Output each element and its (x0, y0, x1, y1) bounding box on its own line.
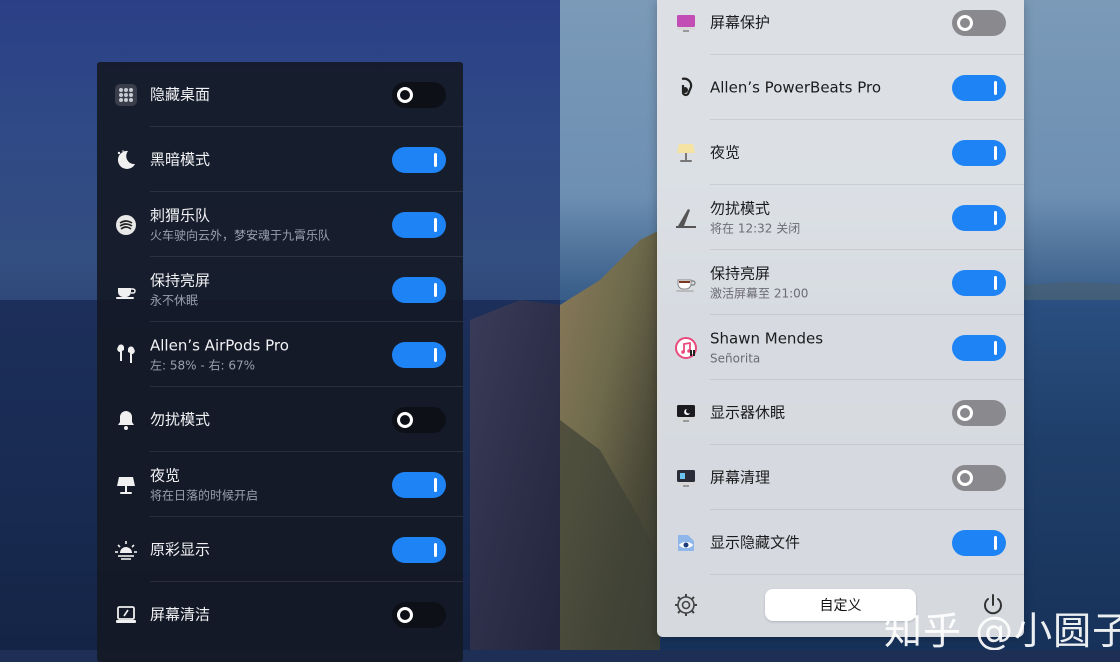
item-title: 刺猬乐队 (150, 206, 211, 224)
screen-clean-icon (673, 465, 699, 491)
item-subtitle: 激活屏幕至 21:00 (710, 286, 809, 300)
toggle-switch[interactable] (952, 74, 1006, 101)
screen-clean-icon (113, 602, 139, 628)
toggle-switch[interactable] (392, 406, 446, 433)
lamp-icon (113, 472, 139, 498)
toggle-switch[interactable] (952, 399, 1006, 426)
row-hide-desktop[interactable]: 隐藏桌面 (97, 62, 463, 127)
row-now-playing[interactable]: Shawn Mendes Señorita (657, 315, 1024, 380)
item-title: Allen’s PowerBeats Pro (710, 78, 882, 96)
toggle-switch[interactable] (952, 334, 1006, 361)
row-powerbeats[interactable]: Allen’s PowerBeats Pro (657, 55, 1024, 120)
toggle-switch[interactable] (392, 536, 446, 563)
music-icon (113, 212, 139, 238)
row-screensaver[interactable]: 屏幕保护 (657, 0, 1024, 55)
toggle-switch[interactable] (952, 464, 1006, 491)
moon-icon (113, 147, 139, 173)
row-now-playing[interactable]: 刺猬乐队 火车驶向云外，梦安魂于九霄乐队 (97, 192, 463, 257)
eye-file-icon (673, 530, 699, 556)
lamp-icon (673, 140, 699, 166)
toggle-switch[interactable] (392, 471, 446, 498)
row-night-shift[interactable]: 夜览 (657, 120, 1024, 185)
item-title: 屏幕清洁 (150, 605, 211, 623)
coffee-icon (673, 270, 699, 296)
sun-icon (113, 537, 139, 563)
item-subtitle: 火车驶向云外，梦安魂于九霄乐队 (150, 228, 331, 242)
row-dark-mode[interactable]: 黑暗模式 (97, 127, 463, 192)
item-title: 勿扰模式 (150, 410, 211, 428)
gear-icon[interactable] (673, 592, 699, 618)
item-title: Shawn Mendes (710, 329, 824, 347)
row-keep-awake[interactable]: 保持亮屏 激活屏幕至 21:00 (657, 250, 1024, 315)
toggle-switch[interactable] (392, 601, 446, 628)
row-night-shift[interactable]: 夜览 将在日落的时候开启 (97, 452, 463, 517)
item-subtitle: 永不休眠 (150, 293, 199, 307)
toggle-switch[interactable] (392, 146, 446, 173)
toggle-switch[interactable] (392, 81, 446, 108)
dnd-icon (673, 205, 699, 231)
row-screen-clean[interactable]: 屏幕清洁 (97, 582, 463, 647)
coffee-icon (113, 277, 139, 303)
grid-icon (113, 82, 139, 108)
bell-icon (113, 407, 139, 433)
item-subtitle: Señorita (710, 351, 761, 365)
item-title: 显示器休眠 (710, 403, 786, 421)
row-airpods[interactable]: Allen’s AirPods Pro 左: 58% - 右: 67% (97, 322, 463, 387)
row-do-not-disturb[interactable]: 勿扰模式 (97, 387, 463, 452)
item-title: 勿扰模式 (710, 199, 771, 217)
airpods-icon (113, 342, 139, 368)
item-subtitle: 将在 12:32 关闭 (710, 221, 801, 235)
row-show-hidden-files[interactable]: 显示隐藏文件 (657, 510, 1024, 575)
row-do-not-disturb[interactable]: 勿扰模式 将在 12:32 关闭 (657, 185, 1024, 250)
toggle-switch[interactable] (392, 276, 446, 303)
toggle-switch[interactable] (392, 341, 446, 368)
item-title: 保持亮屏 (150, 271, 211, 289)
toggle-switch[interactable] (392, 211, 446, 238)
item-title: 保持亮屏 (710, 264, 771, 282)
item-title: 屏幕清理 (710, 468, 771, 486)
item-title: 显示隐藏文件 (710, 533, 801, 551)
item-title: Allen’s AirPods Pro (150, 336, 289, 354)
left-menu-panel: 隐藏桌面 黑暗模式 刺猬乐队 火车驶向云外，梦安魂于九霄乐队 保持亮屏 永不休眠 (97, 62, 463, 662)
row-screen-clean[interactable]: 屏幕清理 (657, 445, 1024, 510)
row-keep-awake[interactable]: 保持亮屏 永不休眠 (97, 257, 463, 322)
toggle-switch[interactable] (952, 529, 1006, 556)
toggle-switch[interactable] (952, 204, 1006, 231)
item-title: 夜览 (150, 466, 181, 484)
item-subtitle: 将在日落的时候开启 (150, 488, 259, 502)
watermark-text: 知乎 @小圆子 (884, 609, 1120, 650)
item-title: 隐藏桌面 (150, 85, 211, 103)
earphone-icon (673, 75, 699, 101)
item-subtitle: 左: 58% - 右: 67% (150, 358, 256, 372)
row-true-tone[interactable]: 原彩显示 (97, 517, 463, 582)
right-menu-panel: 屏幕保护 Allen’s PowerBeats Pro 夜览 勿扰模式 将在 1… (657, 0, 1024, 637)
display-sleep-icon (673, 400, 699, 426)
item-title: 原彩显示 (150, 540, 211, 558)
screensaver-icon (673, 10, 699, 36)
toggle-switch[interactable] (952, 139, 1006, 166)
item-title: 黑暗模式 (150, 150, 211, 168)
row-display-sleep[interactable]: 显示器休眠 (657, 380, 1024, 445)
itunes-icon (673, 335, 699, 361)
item-title: 屏幕保护 (710, 13, 771, 31)
toggle-switch[interactable] (952, 9, 1006, 36)
toggle-switch[interactable] (952, 269, 1006, 296)
item-title: 夜览 (710, 143, 741, 161)
